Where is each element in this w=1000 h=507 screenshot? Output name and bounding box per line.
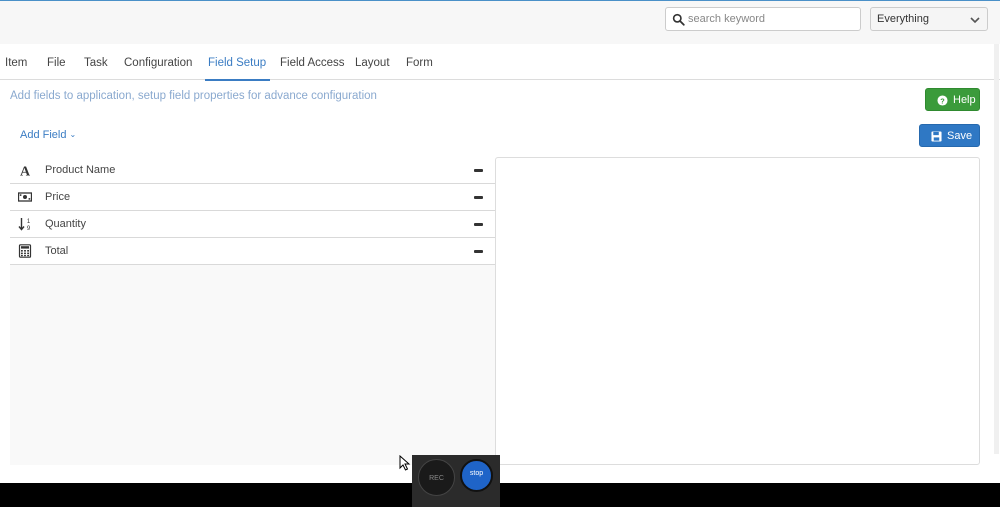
field-row-product-name[interactable]: A Product Name	[10, 157, 495, 184]
chevron-down-icon	[970, 17, 980, 24]
svg-text:1: 1	[27, 219, 31, 225]
top-header: Everything	[0, 1, 1000, 44]
calculator-icon	[18, 244, 32, 258]
remove-field-icon[interactable]	[474, 196, 483, 199]
add-field-dropdown[interactable]: Add Field ⌄	[20, 129, 76, 141]
mouse-cursor-icon	[399, 455, 411, 471]
caret-down-icon: ⌄	[69, 130, 77, 139]
field-row-price[interactable]: Price	[10, 184, 495, 211]
field-row-total[interactable]: Total	[10, 238, 495, 265]
help-button-label: Help	[953, 94, 976, 106]
page-scrollbar[interactable]	[994, 44, 999, 454]
svg-text:9: 9	[27, 226, 31, 231]
field-row-quantity[interactable]: 1 9 Quantity	[10, 211, 495, 238]
tab-item[interactable]: Item	[5, 44, 27, 80]
tab-file[interactable]: File	[47, 44, 66, 80]
tab-form[interactable]: Form	[406, 44, 433, 80]
remove-field-icon[interactable]	[474, 169, 483, 172]
numeric-sort-icon: 1 9	[18, 218, 31, 231]
help-button[interactable]: ? Help	[925, 88, 980, 111]
svg-text:A: A	[20, 165, 31, 178]
save-button[interactable]: Save	[919, 124, 980, 147]
add-field-label: Add Field	[20, 129, 67, 141]
tab-field-setup[interactable]: Field Setup	[204, 44, 271, 81]
tab-task[interactable]: Task	[84, 44, 108, 80]
search-input[interactable]	[688, 10, 856, 28]
page-description: Add fields to application, setup field p…	[10, 90, 377, 102]
field-list: A Product Name Price 1 9 Quantity Total	[10, 157, 495, 465]
text-field-icon: A	[20, 165, 31, 178]
screen-recorder-widget: REC stop	[412, 455, 500, 507]
app-window: Everything Item File Task Configuration …	[0, 0, 1000, 483]
money-icon	[18, 192, 32, 202]
field-properties-panel	[495, 157, 980, 465]
remove-field-icon[interactable]	[474, 223, 483, 226]
search-icon	[672, 13, 685, 26]
field-name: Quantity	[45, 218, 86, 230]
stop-button[interactable]: stop	[460, 459, 493, 492]
tab-bar: Item File Task Configuration Field Setup…	[0, 44, 1000, 81]
question-circle-icon: ?	[937, 95, 948, 106]
scope-select[interactable]: Everything	[870, 7, 988, 31]
field-name: Price	[45, 191, 71, 203]
save-button-label: Save	[947, 130, 973, 142]
tab-configuration[interactable]: Configuration	[124, 44, 192, 80]
svg-text:?: ?	[940, 96, 945, 105]
tab-field-access[interactable]: Field Access	[280, 44, 345, 80]
field-name: Product Name	[45, 164, 116, 176]
search-box[interactable]	[665, 7, 861, 31]
scope-select-value: Everything	[877, 13, 929, 25]
tab-layout[interactable]: Layout	[355, 44, 390, 80]
field-name: Total	[45, 245, 69, 257]
floppy-disk-icon	[931, 131, 942, 142]
record-button[interactable]: REC	[418, 459, 455, 496]
remove-field-icon[interactable]	[474, 250, 483, 253]
